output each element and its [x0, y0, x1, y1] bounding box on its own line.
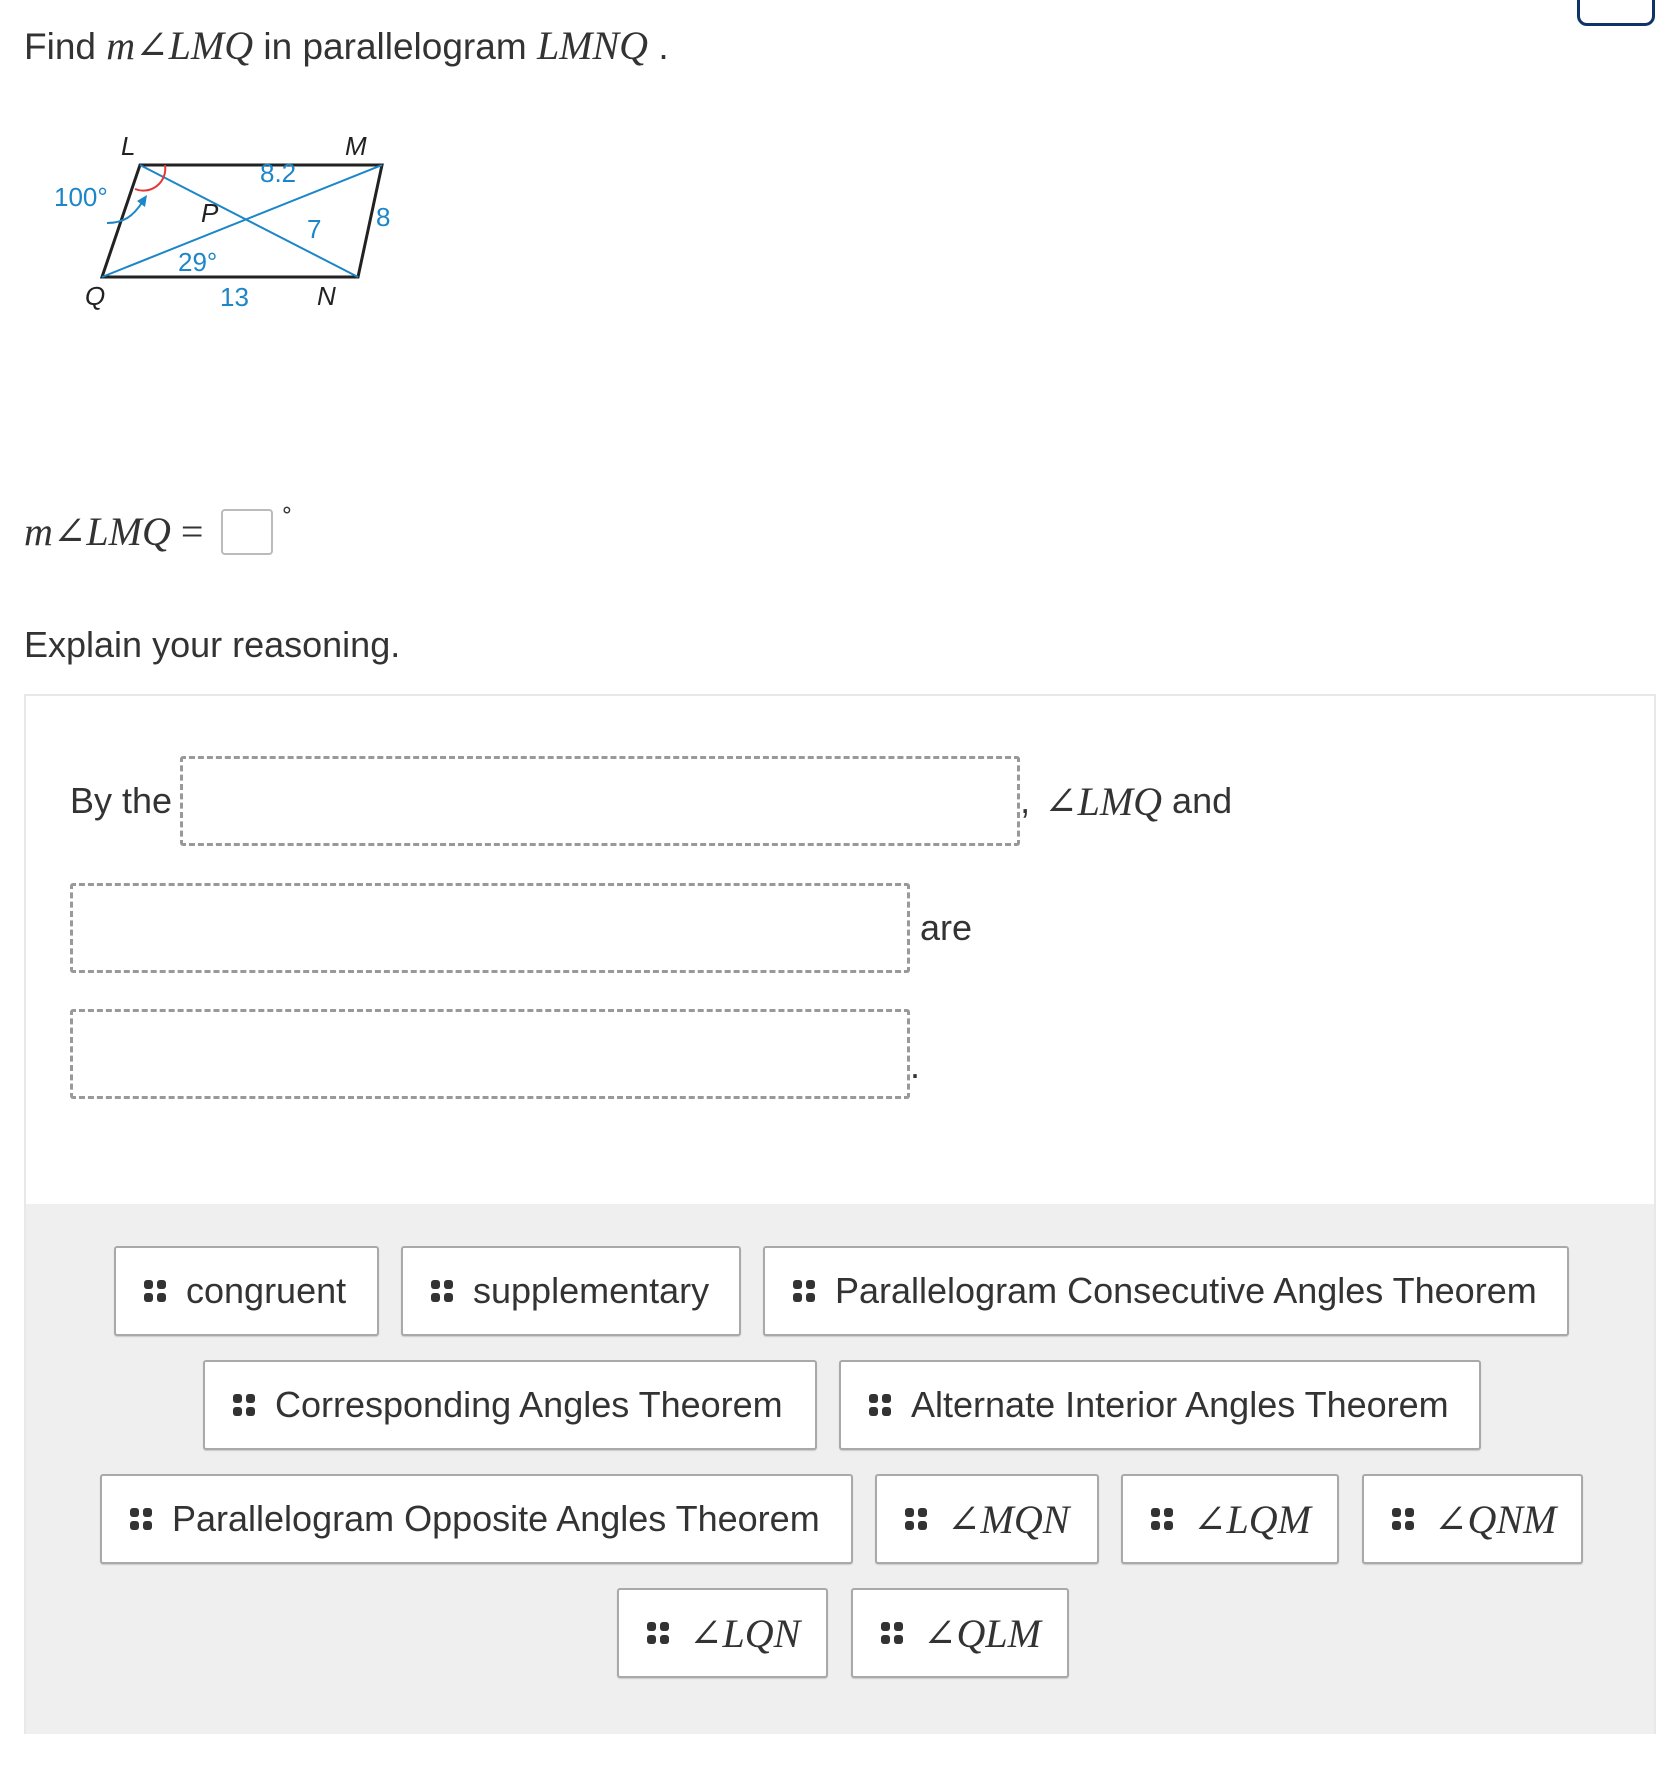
reasoning-angle: ∠LMQ [1044, 778, 1163, 824]
explain-label: Explain your reasoning. [24, 624, 401, 665]
drag-handle-icon [130, 1508, 152, 1530]
label-angle-L: 100° [54, 182, 108, 212]
by-the-text: By the [70, 780, 173, 821]
answer-bank: congruent supplementary Parallelogram Co… [26, 1204, 1654, 1734]
tile-label: congruent [186, 1270, 347, 1311]
prompt-angle: m∠LMQ [106, 23, 254, 68]
are-text: are [920, 907, 973, 948]
question-prompt: Find m∠LMQ in parallelogram LMNQ . [24, 22, 669, 69]
tile-label: Parallelogram Opposite Angles Theorem [172, 1498, 820, 1539]
answer-tile-angle-LQN[interactable]: ∠LQN [617, 1588, 828, 1678]
drag-handle-icon [905, 1508, 927, 1530]
answer-tile-supplementary[interactable]: supplementary [401, 1246, 741, 1336]
tile-label: ∠MQN [947, 1496, 1070, 1542]
tile-label: Parallelogram Consecutive Angles Theorem [835, 1270, 1537, 1311]
answer-tile-angle-MQN[interactable]: ∠MQN [875, 1474, 1099, 1564]
angle-answer-input[interactable] [221, 508, 274, 555]
drop-zone-angle[interactable] [70, 883, 910, 973]
answer-equation: m∠LMQ = ° [24, 504, 292, 555]
drag-handle-icon [431, 1280, 453, 1302]
prompt-shape: LMNQ [536, 23, 649, 68]
label-PN: 7 [307, 214, 321, 244]
and-text: and [1172, 780, 1233, 821]
answer-tile-alternate-interior[interactable]: Alternate Interior Angles Theorem [839, 1360, 1481, 1450]
drag-handle-icon [793, 1280, 815, 1302]
vertex-M: M [345, 131, 367, 161]
drag-handle-icon [1151, 1508, 1173, 1530]
drag-handle-icon [869, 1394, 891, 1416]
tile-label: Alternate Interior Angles Theorem [911, 1384, 1449, 1425]
drag-handle-icon [647, 1622, 669, 1644]
answer-tile-angle-QNM[interactable]: ∠QNM [1362, 1474, 1583, 1564]
tile-label: Corresponding Angles Theorem [275, 1384, 783, 1425]
reasoning-line-3: . [70, 1009, 920, 1099]
parallelogram-figure: L M N Q P 100° 29° 8.2 7 8 13 [54, 131, 390, 312]
answer-tile-angle-QLM[interactable]: ∠QLM [851, 1588, 1069, 1678]
equation-equals: = [180, 509, 204, 554]
tile-label: ∠LQN [689, 1610, 801, 1656]
tile-label: supplementary [473, 1270, 710, 1311]
drag-handle-icon [144, 1280, 166, 1302]
diagonal-QM [101, 164, 383, 278]
drop-zone-theorem[interactable] [180, 756, 1021, 846]
vertex-N: N [317, 281, 336, 311]
prompt-in-text: in parallelogram [263, 26, 527, 67]
top-right-button[interactable] [1577, 0, 1655, 26]
tile-label: ∠QLM [923, 1610, 1041, 1656]
label-MN: 8 [376, 202, 390, 232]
comma-text: , [1020, 780, 1031, 821]
label-angle-29: 29° [178, 247, 217, 277]
answer-tile-angle-LQM[interactable]: ∠LQM [1121, 1474, 1339, 1564]
end-period: . [910, 1045, 921, 1086]
diagonal-LN [139, 164, 359, 278]
drag-handle-icon [1392, 1508, 1414, 1530]
reasoning-line-1: By the , ∠LMQ and [70, 756, 1232, 846]
answer-tile-congruent[interactable]: congruent [114, 1246, 379, 1336]
vertex-L: L [121, 131, 135, 161]
drag-handle-icon [881, 1622, 903, 1644]
drop-zone-relation[interactable] [70, 1009, 910, 1099]
equation-lhs: m∠LMQ [24, 509, 171, 554]
vertex-Q: Q [85, 281, 105, 311]
point-P: P [201, 198, 219, 228]
prompt-period: . [658, 26, 669, 67]
tile-label: ∠LQM [1193, 1496, 1311, 1542]
answer-tile-opposite-angles[interactable]: Parallelogram Opposite Angles Theorem [100, 1474, 853, 1564]
prompt-find: Find [24, 26, 96, 67]
drag-handle-icon [233, 1394, 255, 1416]
reasoning-line-2: are [70, 883, 972, 973]
arrow-head [137, 195, 147, 207]
degree-symbol: ° [281, 504, 293, 529]
reasoning-panel: By the , ∠LMQ and are . congruent supple… [24, 694, 1656, 1734]
answer-tile-corresponding-angles[interactable]: Corresponding Angles Theorem [203, 1360, 817, 1450]
label-MP: 8.2 [260, 158, 296, 188]
label-QN: 13 [220, 282, 249, 312]
answer-tile-consecutive-angles[interactable]: Parallelogram Consecutive Angles Theorem [763, 1246, 1569, 1336]
tile-label: ∠QNM [1434, 1496, 1557, 1542]
